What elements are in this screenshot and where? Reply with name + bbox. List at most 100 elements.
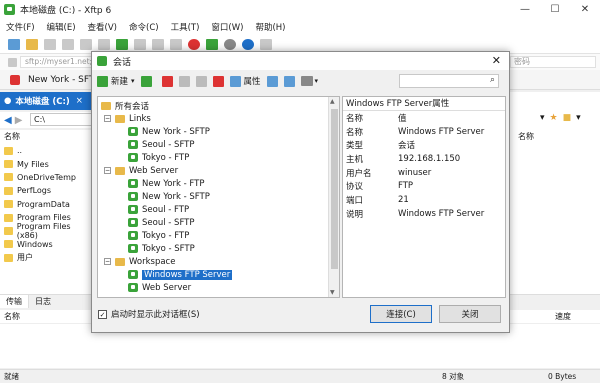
list-item[interactable]: OneDriveTemp <box>0 171 92 184</box>
folder-icon <box>4 160 13 169</box>
collapse-icon[interactable]: − <box>104 167 111 174</box>
tab-log[interactable]: 日志 <box>29 295 57 308</box>
close-button[interactable]: 关闭 <box>439 305 501 323</box>
local-path-bar: ◀ ▶ C:\ <box>0 112 92 128</box>
connect-button[interactable]: 连接(C) <box>370 305 432 323</box>
more-icon[interactable]: ▾ <box>576 113 581 123</box>
tree-session-item[interactable]: Seoul - SFTP <box>128 216 195 229</box>
close-tab-icon[interactable]: × <box>76 96 83 106</box>
tree-group-links[interactable]: − Links <box>104 112 151 125</box>
status-ready: 就绪 <box>4 372 19 381</box>
properties-button[interactable]: 属性 <box>229 75 261 87</box>
cut-icon[interactable] <box>44 39 56 50</box>
session-tab-newyork[interactable]: New York - SFTP <box>10 74 100 85</box>
folder-icon <box>4 186 13 195</box>
filter-icon[interactable] <box>152 39 164 50</box>
tree-session-item[interactable]: Tokyo - SFTP <box>128 242 195 255</box>
scroll-up-icon[interactable]: ▲ <box>330 98 335 105</box>
tree-session-item[interactable]: Tokyo - FTP <box>128 151 189 164</box>
paste-icon[interactable] <box>80 39 92 50</box>
collapse-icon[interactable]: − <box>104 258 111 265</box>
startup-checkbox[interactable]: ✓ 启动时显示此对话框(S) <box>98 308 200 320</box>
session-icon <box>128 283 138 292</box>
tree-group-workspace[interactable]: − Workspace <box>104 255 175 268</box>
tree-session-item[interactable]: Seoul - FTP <box>128 203 189 216</box>
copy-icon[interactable] <box>62 39 74 50</box>
gear-icon[interactable] <box>224 39 236 50</box>
list-item[interactable]: .. <box>0 144 92 157</box>
cut-icon[interactable] <box>161 75 173 87</box>
menu-help[interactable]: 帮助(H) <box>255 21 285 33</box>
prop-row: 主机 192.168.1.150 <box>346 153 461 165</box>
session-search-input[interactable]: ⌕ <box>399 74 499 88</box>
list-item[interactable]: 用户 <box>0 251 92 264</box>
local-path-input[interactable]: C:\ <box>30 113 92 126</box>
tab-transfer[interactable]: 传输 <box>0 295 29 308</box>
list-item[interactable]: PerfLogs <box>0 184 92 197</box>
tree-session-item[interactable]: New York - FTP <box>128 177 204 190</box>
tree-session-item[interactable]: Tokyo - FTP <box>128 229 189 242</box>
tree-session-item[interactable]: New York - SFTP <box>128 190 210 203</box>
close-window-button[interactable]: ✕ <box>570 0 600 18</box>
chevron-down-icon: ▾ <box>131 77 135 85</box>
view-icon[interactable] <box>134 39 146 50</box>
list-item[interactable]: My Files <box>0 157 92 170</box>
menu-edit[interactable]: 编辑(E) <box>47 21 76 33</box>
delete-icon[interactable] <box>212 75 224 87</box>
chevron-down-icon[interactable]: ▾ <box>315 77 319 85</box>
new-icon[interactable] <box>8 39 20 50</box>
delete-icon[interactable] <box>98 39 110 50</box>
dialog-title-bar: 会话 ✕ <box>92 52 509 70</box>
menu-command[interactable]: 命令(C) <box>129 21 159 33</box>
remote-column-name[interactable]: 名称 <box>510 130 600 144</box>
menu-tools[interactable]: 工具(T) <box>171 21 200 33</box>
properties-title: Windows FTP Server属性 <box>343 97 505 111</box>
tree-root[interactable]: 所有会话 <box>101 99 149 112</box>
list-item[interactable]: Program Files (x86) <box>0 222 92 240</box>
copy-icon[interactable] <box>178 75 190 87</box>
export-icon[interactable] <box>266 75 278 87</box>
list-item[interactable]: ProgramData <box>0 198 92 211</box>
tree-session-item[interactable]: New York - SFTP <box>128 125 210 138</box>
sync-icon[interactable] <box>170 39 182 50</box>
tree-group-webserver[interactable]: − Web Server <box>104 164 178 177</box>
folder-icon <box>115 114 125 123</box>
remote-folder-icon[interactable]: ■ <box>563 113 572 123</box>
new-session-button[interactable]: 新建 ▾ <box>97 75 135 87</box>
local-column-name[interactable]: 名称 <box>0 130 92 144</box>
tree-scrollbar[interactable]: ▲ ▼ <box>328 97 339 297</box>
forward-icon[interactable]: ▶ <box>15 115 23 126</box>
collapse-icon[interactable]: − <box>104 115 111 122</box>
checkbox-checked-icon[interactable]: ✓ <box>98 309 107 319</box>
scrollbar-thumb[interactable] <box>331 109 338 269</box>
dropdown-icon[interactable]: ▾ <box>540 113 545 123</box>
import-icon[interactable] <box>283 75 295 87</box>
tree-session-item-selected[interactable]: Windows FTP Server <box>128 268 233 281</box>
tree-session-item[interactable]: Web Server <box>128 281 191 294</box>
new-folder-icon[interactable] <box>140 75 152 87</box>
local-drive-tab[interactable]: ● 本地磁盘 (C:) × <box>0 92 92 110</box>
paste-icon[interactable] <box>195 75 207 87</box>
refresh-icon[interactable] <box>116 39 128 50</box>
maximize-button[interactable]: ☐ <box>540 0 570 18</box>
menu-file[interactable]: 文件(F) <box>6 21 35 33</box>
search-icon[interactable]: ⌕ <box>490 75 495 85</box>
scroll-down-icon[interactable]: ▼ <box>330 289 335 296</box>
menu-view[interactable]: 查看(V) <box>88 21 117 33</box>
menu-window[interactable]: 窗口(W) <box>211 21 243 33</box>
transfer-col-speed[interactable]: 速度 <box>555 310 571 324</box>
close-dialog-button[interactable]: ✕ <box>492 54 501 67</box>
back-icon[interactable]: ◀ <box>4 115 12 126</box>
prop-row: 用户名 winuser <box>346 167 432 179</box>
star-icon[interactable]: ★ <box>550 113 558 123</box>
help-icon[interactable] <box>242 39 254 50</box>
chat-icon[interactable] <box>260 39 272 50</box>
view-mode-icon[interactable] <box>300 76 313 86</box>
open-folder-icon[interactable] <box>26 39 38 50</box>
minimize-button[interactable]: — <box>510 0 540 18</box>
tree-session-item[interactable]: Seoul - SFTP <box>128 138 195 151</box>
transfer-col-name[interactable]: 名称 <box>4 310 20 324</box>
xshell-icon[interactable] <box>188 39 200 50</box>
session-icon[interactable] <box>206 39 218 50</box>
folder-icon <box>115 166 125 175</box>
